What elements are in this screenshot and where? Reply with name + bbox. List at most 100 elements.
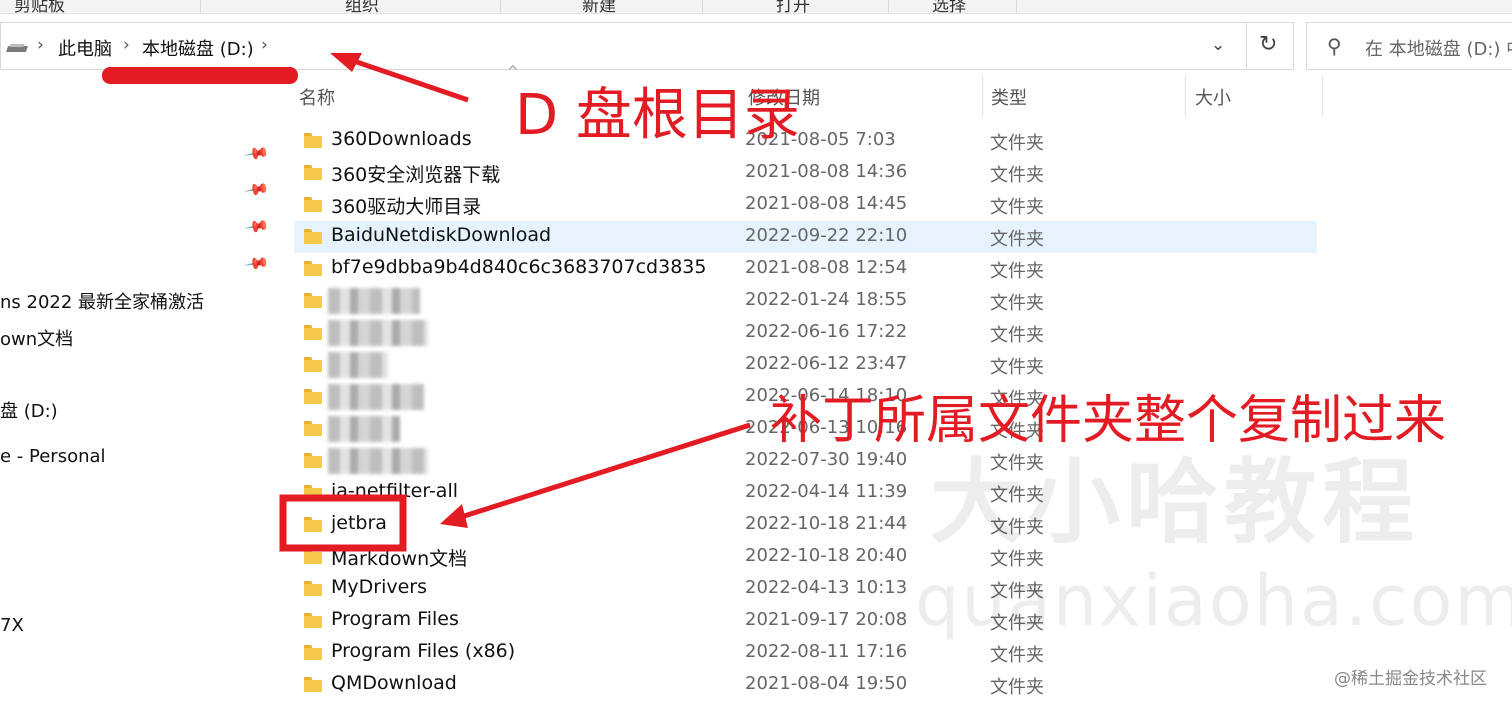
ribbon-group-organize[interactable]: 组织 (345, 0, 379, 13)
folder-icon (304, 581, 322, 596)
ribbon-divider (888, 0, 889, 13)
file-date: 2021-08-04 19:50 (745, 673, 908, 694)
file-date: 2022-10-18 21:44 (745, 513, 908, 534)
ribbon-group-new[interactable]: 新建 (582, 0, 616, 13)
nav-item-device[interactable]: 7X (0, 615, 24, 636)
table-row[interactable]: 2022-01-24 18:55 文件夹 (294, 285, 1317, 317)
ribbon-divider (500, 0, 501, 13)
ribbon-divider (702, 0, 703, 13)
file-type: 文件夹 (990, 677, 1044, 698)
file-type: 文件夹 (990, 645, 1044, 666)
address-bar[interactable]: › 此电脑 › 本地磁盘 (D:) › ⌄ ↻ (0, 22, 1294, 70)
file-name: bf7e9dbba9b4d840c6c3683707cd3835 (331, 256, 707, 278)
file-name: 360Downloads (331, 128, 472, 150)
file-date: 2022-04-14 11:39 (745, 481, 908, 502)
column-header-name[interactable]: 名称 (299, 84, 335, 110)
file-name: 360安全浏览器下载 (331, 164, 501, 186)
file-date: 2022-06-16 17:22 (745, 321, 908, 342)
table-row[interactable]: 360Downloads 2021-08-05 7:03 文件夹 (294, 125, 1317, 157)
address-divider (1246, 23, 1247, 69)
file-name: 360驱动大师目录 (331, 196, 482, 218)
pin-icon[interactable]: 📌 (243, 250, 270, 277)
pin-icon[interactable]: 📌 (243, 140, 270, 167)
blurred-file-name (328, 288, 420, 314)
file-type: 文件夹 (990, 325, 1044, 346)
breadcrumb-local-disk-d[interactable]: 本地磁盘 (D:) (142, 35, 254, 61)
refresh-icon[interactable]: ↻ (1259, 32, 1277, 57)
folder-icon (304, 485, 322, 500)
folder-icon (304, 517, 322, 532)
file-type: 文件夹 (990, 133, 1044, 154)
file-name: QMDownload (331, 672, 457, 694)
folder-icon (304, 293, 322, 308)
annotation-top-label: D 盘根目录 (515, 83, 800, 148)
nav-item-markdown[interactable]: own文档 (0, 325, 73, 351)
file-type: 文件夹 (990, 261, 1044, 282)
column-divider[interactable] (1322, 76, 1323, 116)
nav-item-jetbrains[interactable]: ns 2022 最新全家桶激活 (0, 288, 204, 314)
ribbon-divider (1016, 0, 1017, 13)
pin-icon[interactable]: 📌 (243, 176, 270, 203)
file-name: jetbra (331, 512, 387, 534)
ribbon-group-clipboard[interactable]: 剪贴板 (14, 0, 65, 13)
ribbon-divider (200, 0, 201, 13)
search-placeholder: 在 本地磁盘 (D:) 中 (1365, 39, 1512, 60)
credit-text: @稀土掘金技术社区 (1334, 669, 1487, 689)
folder-icon (304, 357, 322, 372)
table-row[interactable]: 360安全浏览器下载 2021-08-08 14:36 文件夹 (294, 157, 1317, 189)
file-date: 2021-08-08 12:54 (745, 257, 908, 278)
ribbon-group-select[interactable]: 选择 (932, 0, 966, 13)
ribbon-group-open[interactable]: 打开 (776, 0, 810, 13)
file-date: 2022-01-24 18:55 (745, 289, 908, 310)
file-name: Program Files (x86) (331, 640, 516, 662)
navigation-pane: 📌 📌 📌 📌 ns 2022 最新全家桶激活 own文档 盘 (D:) e -… (0, 72, 270, 706)
column-divider[interactable] (1185, 76, 1186, 116)
file-type: 文件夹 (990, 165, 1044, 186)
file-type: 文件夹 (990, 293, 1044, 314)
file-date: 2022-08-11 17:16 (745, 641, 908, 662)
chevron-right-icon[interactable]: › (261, 35, 268, 55)
folder-icon (304, 549, 322, 564)
blurred-file-name (328, 320, 428, 346)
blurred-file-name (328, 352, 388, 378)
chevron-right-icon[interactable]: › (37, 35, 44, 55)
file-name: MyDrivers (331, 576, 428, 598)
file-date: 2022-04-13 10:13 (745, 577, 908, 598)
watermark-en: quanxiaoha.com (915, 560, 1512, 642)
column-header-type[interactable]: 类型 (991, 84, 1027, 110)
file-date: 2022-10-18 20:40 (745, 545, 908, 566)
ribbon: 剪贴板 组织 新建 打开 选择 (0, 0, 1512, 14)
chevron-right-icon[interactable]: › (123, 35, 130, 55)
column-header-size[interactable]: 大小 (1195, 84, 1231, 110)
table-row[interactable]: 2022-06-16 17:22 文件夹 (294, 317, 1317, 349)
folder-icon (304, 165, 322, 180)
pin-icon[interactable]: 📌 (243, 213, 270, 240)
table-row[interactable]: QMDownload 2021-08-04 19:50 文件夹 (294, 669, 1317, 701)
breadcrumb-this-pc[interactable]: 此电脑 (58, 35, 112, 61)
file-type: 文件夹 (990, 357, 1044, 378)
folder-icon (304, 229, 322, 244)
chevron-down-icon[interactable]: ⌄ (1211, 35, 1225, 55)
folder-icon (304, 389, 322, 404)
file-date: 2021-08-08 14:45 (745, 193, 908, 214)
folder-icon (304, 133, 322, 148)
table-row[interactable]: BaiduNetdiskDownload 2022-09-22 22:10 文件夹 (294, 221, 1317, 253)
folder-icon (304, 261, 322, 276)
file-date: 2021-08-08 14:36 (745, 161, 908, 182)
file-name: Program Files (331, 608, 459, 630)
file-date: 2021-09-17 20:08 (745, 609, 908, 630)
folder-icon (304, 645, 322, 660)
file-date: 2022-09-22 22:10 (745, 225, 908, 246)
file-date: 2022-06-12 23:47 (745, 353, 908, 374)
search-box[interactable]: ⚲ 在 本地磁盘 (D:) 中 (1306, 22, 1512, 70)
table-row[interactable]: 2022-06-12 23:47 文件夹 (294, 349, 1317, 381)
table-row[interactable]: 360驱动大师目录 2021-08-08 14:45 文件夹 (294, 189, 1317, 221)
table-row[interactable]: bf7e9dbba9b4d840c6c3683707cd3835 2021-08-… (294, 253, 1317, 285)
nav-item-disk-d[interactable]: 盘 (D:) (0, 397, 58, 423)
blurred-file-name (328, 448, 428, 474)
nav-item-onedrive[interactable]: e - Personal (0, 446, 106, 467)
drive-icon (7, 44, 27, 53)
folder-icon (304, 613, 322, 628)
folder-icon (304, 421, 322, 436)
column-divider[interactable] (982, 76, 983, 116)
